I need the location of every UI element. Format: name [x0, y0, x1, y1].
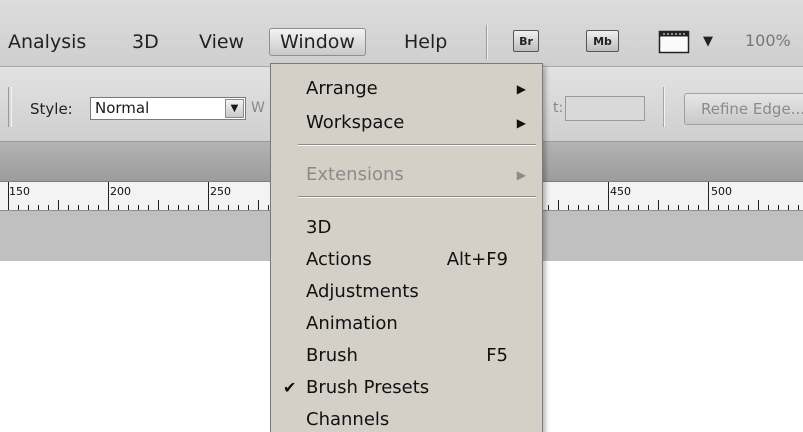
menu-item-actions[interactable]: Actions Alt+F9: [271, 245, 542, 275]
menubar-separator: [486, 25, 487, 59]
menu-item-arrange[interactable]: Arrange ▶: [271, 74, 542, 104]
menu-window[interactable]: Window: [269, 28, 366, 56]
menu-item-label: Workspace: [306, 112, 405, 133]
bridge-button[interactable]: Br: [513, 30, 539, 52]
menu-item-shortcut: Alt+F9: [446, 249, 508, 270]
menu-separator: [298, 144, 536, 146]
menu-analysis[interactable]: Analysis: [8, 30, 86, 54]
menu-3d[interactable]: 3D: [132, 30, 159, 54]
submenu-arrow-icon: ▶: [516, 168, 526, 182]
menu-item-channels[interactable]: Channels: [271, 405, 542, 432]
refine-edge-button[interactable]: Refine Edge...: [684, 93, 803, 125]
menu-item-label: Animation: [306, 313, 398, 334]
menu-item-label: Actions: [306, 249, 372, 270]
menu-item-shortcut: F5: [486, 345, 508, 366]
style-select[interactable]: Normal ▼: [90, 97, 246, 120]
ruler-label: 450: [610, 185, 631, 198]
screen-mode-chevron-down-icon[interactable]: ▼: [703, 34, 713, 49]
menu-item-workspace[interactable]: Workspace ▶: [271, 108, 542, 138]
chevron-down-icon[interactable]: ▼: [225, 99, 244, 118]
checkmark-icon: ✔: [283, 378, 297, 397]
window-menu: Arrange ▶ Workspace ▶ Extensions ▶ 3D Ac…: [270, 63, 543, 432]
options-grip[interactable]: [8, 87, 12, 127]
style-select-value: Normal: [95, 99, 150, 117]
menu-separator: [298, 196, 536, 198]
menu-item-brush[interactable]: Brush F5: [271, 341, 542, 371]
menu-item-animation[interactable]: Animation: [271, 309, 542, 339]
menu-view[interactable]: View: [199, 30, 244, 54]
ruler-label: 200: [110, 185, 131, 198]
menu-item-label: Arrange: [306, 78, 378, 99]
ruler-label: 150: [9, 185, 30, 198]
menu-item-label: Adjustments: [306, 281, 419, 302]
height-label: t:: [553, 100, 564, 116]
menu-item-label: Brush Presets: [306, 377, 430, 398]
menu-item-extensions: Extensions ▶: [271, 160, 542, 190]
menu-item-brush-presets[interactable]: ✔ Brush Presets: [271, 373, 542, 403]
style-label: Style:: [30, 100, 73, 118]
menu-bar: Analysis 3D View Window Help Br Mb ▼ 100…: [0, 0, 803, 67]
menu-item-label: Extensions: [306, 164, 404, 185]
ruler-label: 500: [711, 185, 732, 198]
submenu-arrow-icon: ▶: [516, 82, 526, 96]
screen-mode-icon[interactable]: [658, 28, 690, 54]
ruler-label: 250: [210, 185, 231, 198]
menu-item-adjustments[interactable]: Adjustments: [271, 277, 542, 307]
submenu-arrow-icon: ▶: [516, 116, 526, 130]
menu-item-label: Brush: [306, 345, 358, 366]
mini-bridge-button[interactable]: Mb: [586, 30, 619, 52]
menu-help[interactable]: Help: [404, 30, 447, 54]
menu-item-label: 3D: [306, 217, 332, 238]
menu-item-label: Channels: [306, 409, 390, 430]
menu-item-3d[interactable]: 3D: [271, 213, 542, 243]
height-input[interactable]: [565, 96, 645, 121]
options-separator: [663, 87, 664, 127]
zoom-level[interactable]: 100%: [745, 31, 791, 50]
width-label: W: [251, 100, 265, 116]
